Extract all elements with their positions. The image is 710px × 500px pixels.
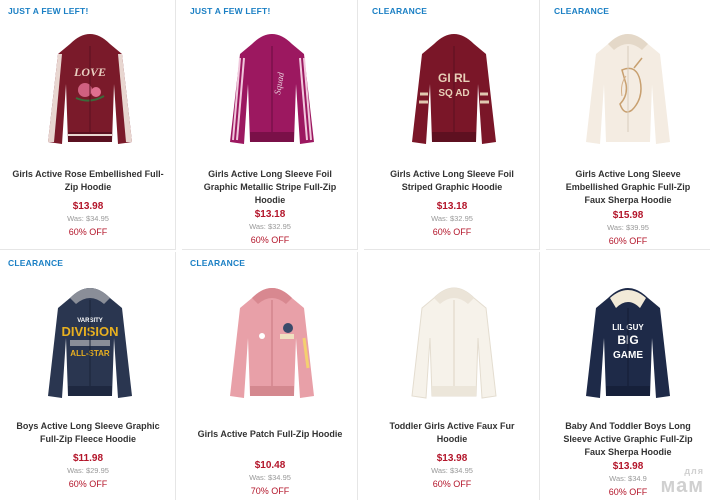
product-image-navy-division-hoodie[interactable]: VARSITY DIVISION ALL-STAR (40, 278, 140, 406)
stock-badge: CLEARANCE (8, 258, 64, 268)
discount-percent: 60% OFF (250, 235, 290, 245)
product-image-white-faux-fur-hoodie[interactable] (404, 278, 504, 406)
product-image-cream-unicorn-hoodie[interactable] (578, 24, 678, 152)
discount-percent: 60% OFF (68, 227, 108, 237)
sale-price: $13.18 (436, 201, 468, 212)
original-price: Was: $32.95 (249, 222, 291, 231)
stock-badge: CLEARANCE (372, 6, 428, 16)
sale-price: $15.98 (612, 210, 644, 221)
product-name[interactable]: Boys Active Long Sleeve Graphic Full-Zip… (12, 420, 164, 446)
product-card[interactable]: CLEARANCE Girls Active Long Sleeve Embel… (546, 0, 710, 250)
product-card[interactable]: Toddler Girls Active Faux Fur Hoodie $13… (364, 252, 540, 500)
sale-price: $13.98 (436, 453, 468, 464)
stock-badge: JUST A FEW LEFT! (8, 6, 89, 16)
discount-percent: 60% OFF (608, 236, 648, 246)
product-name[interactable]: Girls Active Long Sleeve Foil Graphic Me… (194, 168, 346, 207)
stock-badge: JUST A FEW LEFT! (190, 6, 271, 16)
original-price: Was: $34.95 (67, 214, 109, 223)
product-card[interactable]: LIL GUY BIG GAME Baby And Toddler Boys L… (546, 252, 710, 500)
sale-price: $10.48 (254, 460, 286, 471)
discount-percent: 60% OFF (68, 479, 108, 489)
sale-price: $13.98 (72, 201, 104, 212)
watermark-big-text: мам (660, 475, 704, 497)
product-image-maroon-girl-squad-hoodie[interactable]: GI RL SQ AD (404, 24, 504, 152)
product-name[interactable]: Baby And Toddler Boys Long Sleeve Active… (558, 420, 698, 459)
product-grid: JUST A FEW LEFT! LOVE Girls Active Rose … (0, 0, 710, 500)
product-image-magenta-stripe-hoodie[interactable]: Squad (222, 24, 322, 152)
sale-price: $13.18 (254, 209, 286, 220)
original-price: Was: $39.95 (607, 223, 649, 232)
original-price: Was: $34.95 (431, 466, 473, 475)
original-price: Was: $29.95 (67, 466, 109, 475)
product-name[interactable]: Girls Active Long Sleeve Foil Striped Gr… (376, 168, 528, 194)
discount-percent: 60% OFF (432, 479, 472, 489)
product-card[interactable]: CLEARANCE GI RL SQ AD Girls Active Long … (364, 0, 540, 250)
sale-price: $11.98 (72, 453, 104, 464)
discount-percent: 60% OFF (432, 227, 472, 237)
product-image-navy-big-game-hoodie[interactable]: LIL GUY BIG GAME (578, 278, 678, 406)
product-card[interactable]: JUST A FEW LEFT! Squad Girls Active Long… (182, 0, 358, 250)
product-name[interactable]: Girls Active Long Sleeve Embellished Gra… (558, 168, 698, 207)
original-price: Was: $34.95 (249, 473, 291, 482)
product-image-pink-patch-hoodie[interactable] (222, 278, 322, 406)
product-card[interactable]: CLEARANCE Girls Active Patch Full-Zip Ho… (182, 252, 358, 500)
product-name[interactable]: Girls Active Rose Embellished Full-Zip H… (12, 168, 164, 194)
product-name[interactable]: Girls Active Patch Full-Zip Hoodie (194, 428, 346, 441)
original-price: Was: $32.95 (431, 214, 473, 223)
product-card[interactable]: JUST A FEW LEFT! LOVE Girls Active Rose … (0, 0, 176, 250)
discount-percent: 70% OFF (250, 486, 290, 496)
watermark: для мам (660, 467, 704, 497)
product-image-maroon-rose-hoodie[interactable]: LOVE (40, 24, 140, 152)
product-name[interactable]: Toddler Girls Active Faux Fur Hoodie (376, 420, 528, 446)
stock-badge: CLEARANCE (554, 6, 610, 16)
product-card[interactable]: CLEARANCE VARSITY DIVISION ALL-STAR Boys… (0, 252, 176, 500)
stock-badge: CLEARANCE (190, 258, 246, 268)
